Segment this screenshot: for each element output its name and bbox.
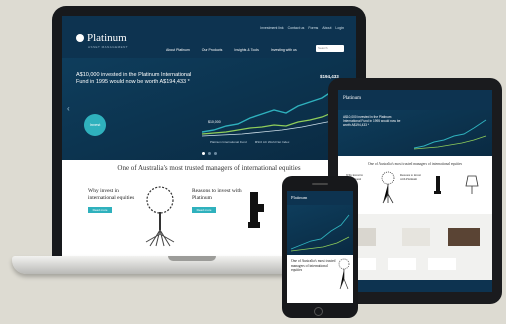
chart-legend: Platinum International Fund MSCI AC Worl… [210,140,289,144]
phone-tagline: One of Australia's most trusted managers… [291,259,336,273]
menu-item[interactable]: Our Products [202,48,223,52]
util-link[interactable]: Login [335,26,344,30]
phone-header: Platinum [287,191,353,205]
tablet-chart [414,119,487,150]
tablet-lamp-illustration [465,175,479,194]
chart-start-value: $10,000 [208,120,221,124]
card-title: Reasons to invest with Platinum [192,188,242,201]
site-logo[interactable]: Platinum [76,32,127,44]
phone-screen: Platinum One of Australia's most trusted… [287,191,353,303]
phone-logo[interactable]: Platinum [291,195,307,200]
tablet-screen: Platinum A$10,000 invested in the Platin… [338,90,492,292]
phone-device: Platinum One of Australia's most trusted… [282,176,358,318]
phone-speaker [312,183,328,185]
logo-text: Platinum [87,32,127,44]
prev-arrow-icon[interactable]: ‹ [67,104,70,113]
phone-tree-illustration [338,258,350,290]
site-header: Platinum ASSET MANAGEMENT Investment lin… [62,16,356,58]
news-image [448,228,480,246]
stacked-blocks-illustration [248,192,264,228]
legend-entry: Platinum International Fund [210,140,247,144]
hero-text: A$10,000 invested in the Platinum Intern… [76,72,192,85]
read-more-button[interactable]: Read more [88,207,112,213]
tablet-hero: A$10,000 invested in the Platinum Intern… [338,110,492,156]
carousel-dots [202,152,217,155]
utility-links: Investment link Contact us Forms About L… [260,26,344,30]
carousel-dot[interactable] [208,152,211,155]
tablet-header: Platinum [338,90,492,110]
logo-subtitle: ASSET MANAGEMENT [88,45,129,49]
tablet-footer [338,280,492,292]
phone-chart [290,214,350,252]
legend-entry: MSCI AC World Net Index [254,140,290,144]
series-index [202,107,349,135]
laptop-notch [168,256,216,261]
tablet-hero-text: A$10,000 invested in the Platinum Intern… [343,115,401,127]
tablet-news-band [338,214,492,292]
card-invest-with-platinum: Reasons to invest with Platinum Read mor… [192,188,244,213]
tablet-tagline: One of Australia's most trusted managers… [367,162,463,166]
hero-button[interactable]: Invest [84,114,106,136]
card-title: Why invest in international equities [88,188,135,201]
menu-item[interactable]: About Platinum [166,48,190,52]
logo-mark-icon [76,34,84,42]
news-card [388,258,416,270]
phone-hero [287,205,353,255]
carousel-dot[interactable] [214,152,217,155]
tablet-card: Reasons to invest with Platinum [400,173,421,181]
util-link[interactable]: About [322,26,331,30]
phone-home-button[interactable] [314,307,323,316]
tagline: One of Australia's most trusted managers… [117,164,301,172]
menu-item[interactable]: Insights & Tools [234,48,258,52]
tablet-tree-illustration [381,171,395,204]
news-image [402,228,430,246]
read-more-button[interactable]: Read more [192,207,216,213]
card-international-equities: Why invest in international equities Rea… [88,188,140,213]
util-link[interactable]: Investment link [260,26,283,30]
menu-item[interactable]: Investing with us [271,48,297,52]
carousel-dot[interactable] [202,152,205,155]
util-link[interactable]: Contact us [288,26,305,30]
tablet-logo[interactable]: Platinum [343,96,361,101]
hero-banner: A$10,000 invested in the Platinum Intern… [62,58,356,160]
main-menu: About Platinum Our Products Insights & T… [166,48,297,52]
tree-illustration [145,186,175,247]
util-link[interactable]: Forms [308,26,318,30]
tablet-blocks-illustration [434,176,441,194]
search-input[interactable]: Search [316,45,344,52]
news-card [428,258,456,270]
